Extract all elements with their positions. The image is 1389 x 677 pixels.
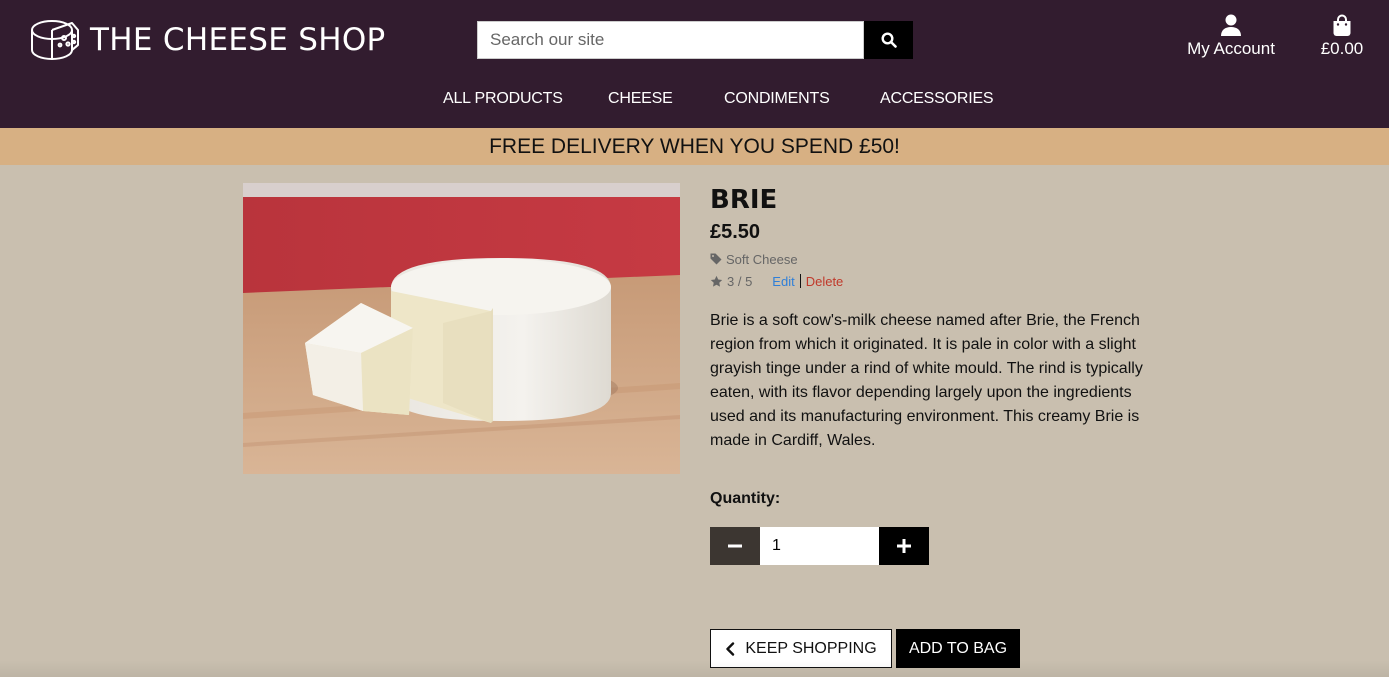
search-icon <box>880 32 897 48</box>
product-category[interactable]: Soft Cheese <box>710 250 1150 268</box>
decrement-button[interactable] <box>710 527 760 565</box>
quantity-label: Quantity: <box>710 490 781 507</box>
delivery-banner: FREE DELIVERY WHEN YOU SPEND £50! <box>0 128 1389 165</box>
search-form <box>477 21 913 59</box>
nav-condiments[interactable]: CONDIMENTS <box>724 90 830 108</box>
bag-total: £0.00 <box>1320 39 1364 58</box>
footer-shadow <box>0 660 1389 677</box>
quantity-stepper <box>710 527 929 565</box>
search-input[interactable] <box>477 21 864 59</box>
link-divider <box>799 274 801 288</box>
tag-icon <box>710 253 722 265</box>
plus-icon <box>897 539 911 553</box>
nav-accessories[interactable]: ACCESSORIES <box>880 90 994 108</box>
minus-icon <box>728 544 742 548</box>
product-details: BRIE £5.50 Soft Cheese 3 / 5 Edit Delete… <box>710 184 1150 453</box>
increment-button[interactable] <box>879 527 929 565</box>
main-nav: ALL PRODUCTS CHEESE CONDIMENTS ACCESSORI… <box>0 90 1389 110</box>
star-icon <box>710 275 723 287</box>
my-account-link[interactable]: My Account <box>1178 14 1284 59</box>
shopping-bag-link[interactable]: £0.00 <box>1310 14 1374 59</box>
nav-cheese[interactable]: CHEESE <box>608 90 673 108</box>
brie-photo <box>243 183 680 474</box>
site-header: THE CHEESE SHOP My Account £0.00 ALL PRO… <box>0 0 1389 128</box>
cheese-logo-icon <box>31 20 79 60</box>
chevron-left-icon <box>726 641 735 656</box>
site-logo[interactable]: THE CHEESE SHOP <box>30 14 386 66</box>
category-label: Soft Cheese <box>726 251 798 267</box>
product-price: £5.50 <box>710 221 761 243</box>
quantity-input[interactable] <box>760 527 879 565</box>
my-account-label: My Account <box>1187 39 1275 58</box>
delete-product-link[interactable]: Delete <box>806 274 844 289</box>
product-rating-row: 3 / 5 Edit Delete <box>710 272 1150 290</box>
edit-product-link[interactable]: Edit <box>772 274 794 289</box>
rating-value: 3 / 5 <box>727 273 753 289</box>
search-button[interactable] <box>864 21 913 59</box>
logo-text: THE CHEESE SHOP <box>90 22 386 58</box>
product-image <box>243 183 680 474</box>
shopping-bag-icon <box>1333 14 1351 36</box>
product-rating: 3 / 5 <box>710 274 752 289</box>
user-icon <box>1221 14 1241 36</box>
nav-all-products[interactable]: ALL PRODUCTS <box>443 90 563 108</box>
product-description: Brie is a soft cow's-milk cheese named a… <box>710 312 1143 449</box>
keep-shopping-label: KEEP SHOPPING <box>745 639 877 657</box>
product-name: BRIE <box>710 185 778 215</box>
